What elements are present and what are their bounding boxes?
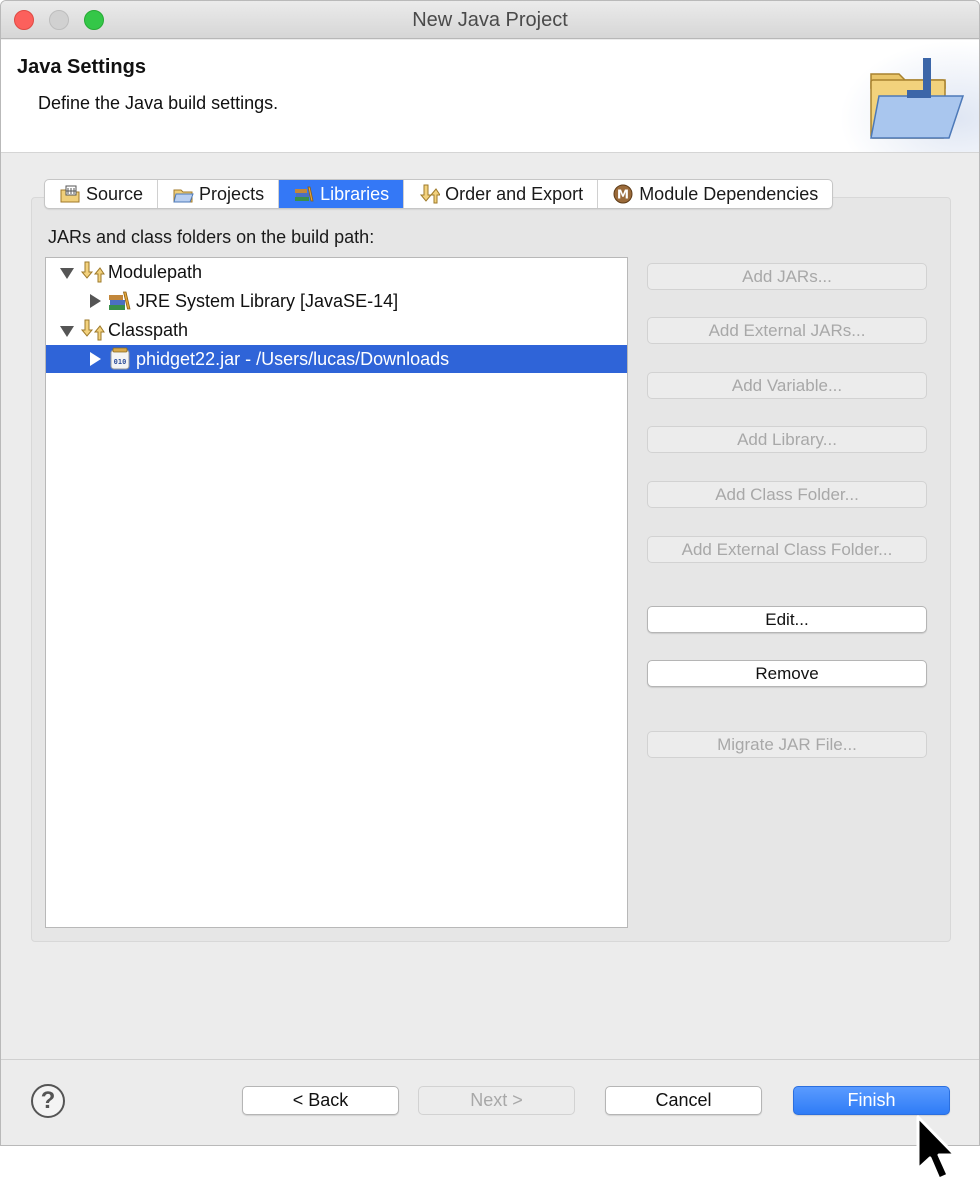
title-bar: New Java Project [1, 1, 979, 39]
page-title: Java Settings [17, 56, 146, 78]
page-description: Define the Java build settings. [38, 93, 279, 113]
help-icon[interactable]: ? [31, 1084, 65, 1118]
tab-module-dependencies[interactable]: M Module Dependencies [598, 180, 832, 208]
add-jars-button[interactable]: Add JARs... [647, 263, 927, 290]
folder-java-icon [870, 58, 965, 139]
add-variable-button[interactable]: Add Variable... [647, 372, 927, 399]
build-path-tree[interactable]: Modulepath JRE System Library [JavaSE-14… [45, 257, 628, 928]
buildpath-icon [80, 319, 105, 341]
finish-button[interactable]: Finish [793, 1086, 950, 1115]
tab-source-label: Source [86, 183, 144, 204]
build-path-list-label: JARs and class folders on the build path… [48, 227, 375, 247]
mouse-pointer-icon [916, 1115, 957, 1181]
tree-node-label: phidget22.jar - /Users/lucas/Downloads [136, 348, 450, 369]
tab-order-and-export[interactable]: Order and Export [404, 180, 599, 208]
add-class-folder-button[interactable]: Add Class Folder... [647, 481, 927, 508]
next-button[interactable]: Next > [418, 1086, 575, 1115]
library-books-icon [109, 291, 131, 310]
tab-libraries-label: Libraries [320, 183, 390, 204]
expand-toggle-closed-icon[interactable] [88, 294, 102, 308]
remove-button[interactable]: Remove [647, 660, 927, 687]
jar-file-icon: 010 [110, 347, 130, 370]
tree-node-label: Classpath [108, 319, 189, 340]
tab-bar: Source Projects Libraries Order and Expo… [44, 179, 834, 209]
footer-divider [1, 1059, 979, 1060]
svg-text:M: M [617, 188, 629, 202]
tab-order-and-export-label: Order and Export [445, 183, 584, 204]
tree-node-jre-system-library[interactable]: JRE System Library [JavaSE-14] [46, 287, 627, 315]
libraries-icon [295, 186, 314, 202]
tree-node-classpath[interactable]: Classpath [46, 316, 627, 344]
new-java-project-window: New Java Project Java Settings Define th… [0, 0, 980, 1146]
tab-module-dependencies-label: Module Dependencies [639, 183, 819, 204]
back-button[interactable]: < Back [242, 1086, 399, 1115]
svg-text:010: 010 [114, 358, 127, 366]
tree-node-label: JRE System Library [JavaSE-14] [136, 290, 399, 311]
tree-node-label: Modulepath [108, 261, 203, 282]
tab-source[interactable]: Source [45, 180, 159, 208]
projects-folder-icon [173, 189, 194, 203]
expand-toggle-open-icon[interactable] [60, 323, 74, 337]
module-icon: M [613, 184, 633, 204]
tree-node-phidget22-jar[interactable]: 010 phidget22.jar - /Users/lucas/Downloa… [46, 345, 627, 373]
order-export-icon [420, 184, 441, 204]
tab-projects[interactable]: Projects [158, 180, 280, 208]
tree-node-modulepath[interactable]: Modulepath [46, 258, 627, 286]
tab-libraries[interactable]: Libraries [279, 180, 405, 208]
edit-button[interactable]: Edit... [647, 606, 927, 633]
wizard-header: Java Settings Define the Java build sett… [1, 40, 979, 153]
window-title: New Java Project [412, 9, 568, 31]
buildpath-icon [80, 261, 105, 283]
cancel-button[interactable]: Cancel [605, 1086, 762, 1115]
source-folder-icon [60, 185, 80, 203]
migrate-jar-file-button[interactable]: Migrate JAR File... [647, 731, 927, 758]
expand-toggle-closed-icon[interactable] [88, 352, 102, 366]
add-external-jars-button[interactable]: Add External JARs... [647, 317, 927, 344]
add-library-button[interactable]: Add Library... [647, 426, 927, 453]
expand-toggle-open-icon[interactable] [60, 265, 74, 279]
add-external-class-folder-button[interactable]: Add External Class Folder... [647, 536, 927, 563]
tab-projects-label: Projects [199, 183, 265, 204]
